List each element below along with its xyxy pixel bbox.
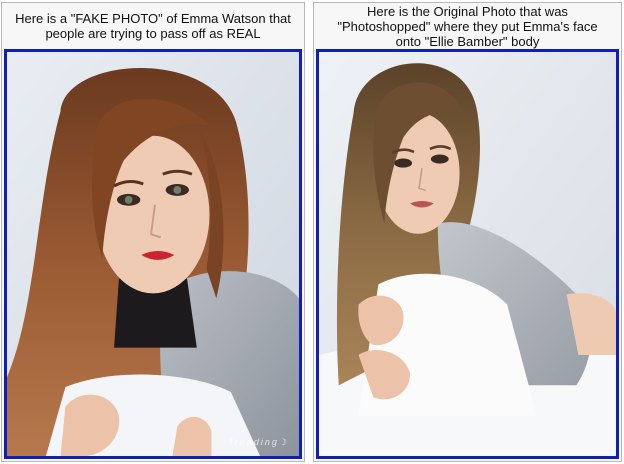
fake-photo-caption: Here is a "FAKE PHOTO" of Emma Watson th… [2, 3, 304, 49]
original-photo-image [316, 49, 619, 459]
fake-photo-image: Trending☽ [4, 49, 302, 459]
original-photo-caption-line-2: "Photoshopped" where they put Emma's fac… [337, 18, 598, 34]
original-photo-caption-line-3: onto "Ellie Bamber" body [395, 33, 540, 49]
fake-photo-panel: Here is a "FAKE PHOTO" of Emma Watson th… [1, 2, 305, 462]
original-photo-caption: Here is the Original Photo that was "Pho… [314, 3, 621, 49]
original-photo-caption-line-1: Here is the Original Photo that was [367, 3, 568, 19]
fake-photo-illustration [7, 52, 299, 456]
fake-photo-caption-line-1: Here is a "FAKE PHOTO" of Emma Watson th… [15, 11, 291, 26]
original-photo-panel: Here is the Original Photo that was "Pho… [313, 2, 622, 462]
fake-photo-caption-line-2: people are trying to pass off as REAL [45, 26, 261, 41]
trending-watermark: Trending☽ [228, 437, 289, 447]
original-photo-illustration [319, 52, 616, 456]
